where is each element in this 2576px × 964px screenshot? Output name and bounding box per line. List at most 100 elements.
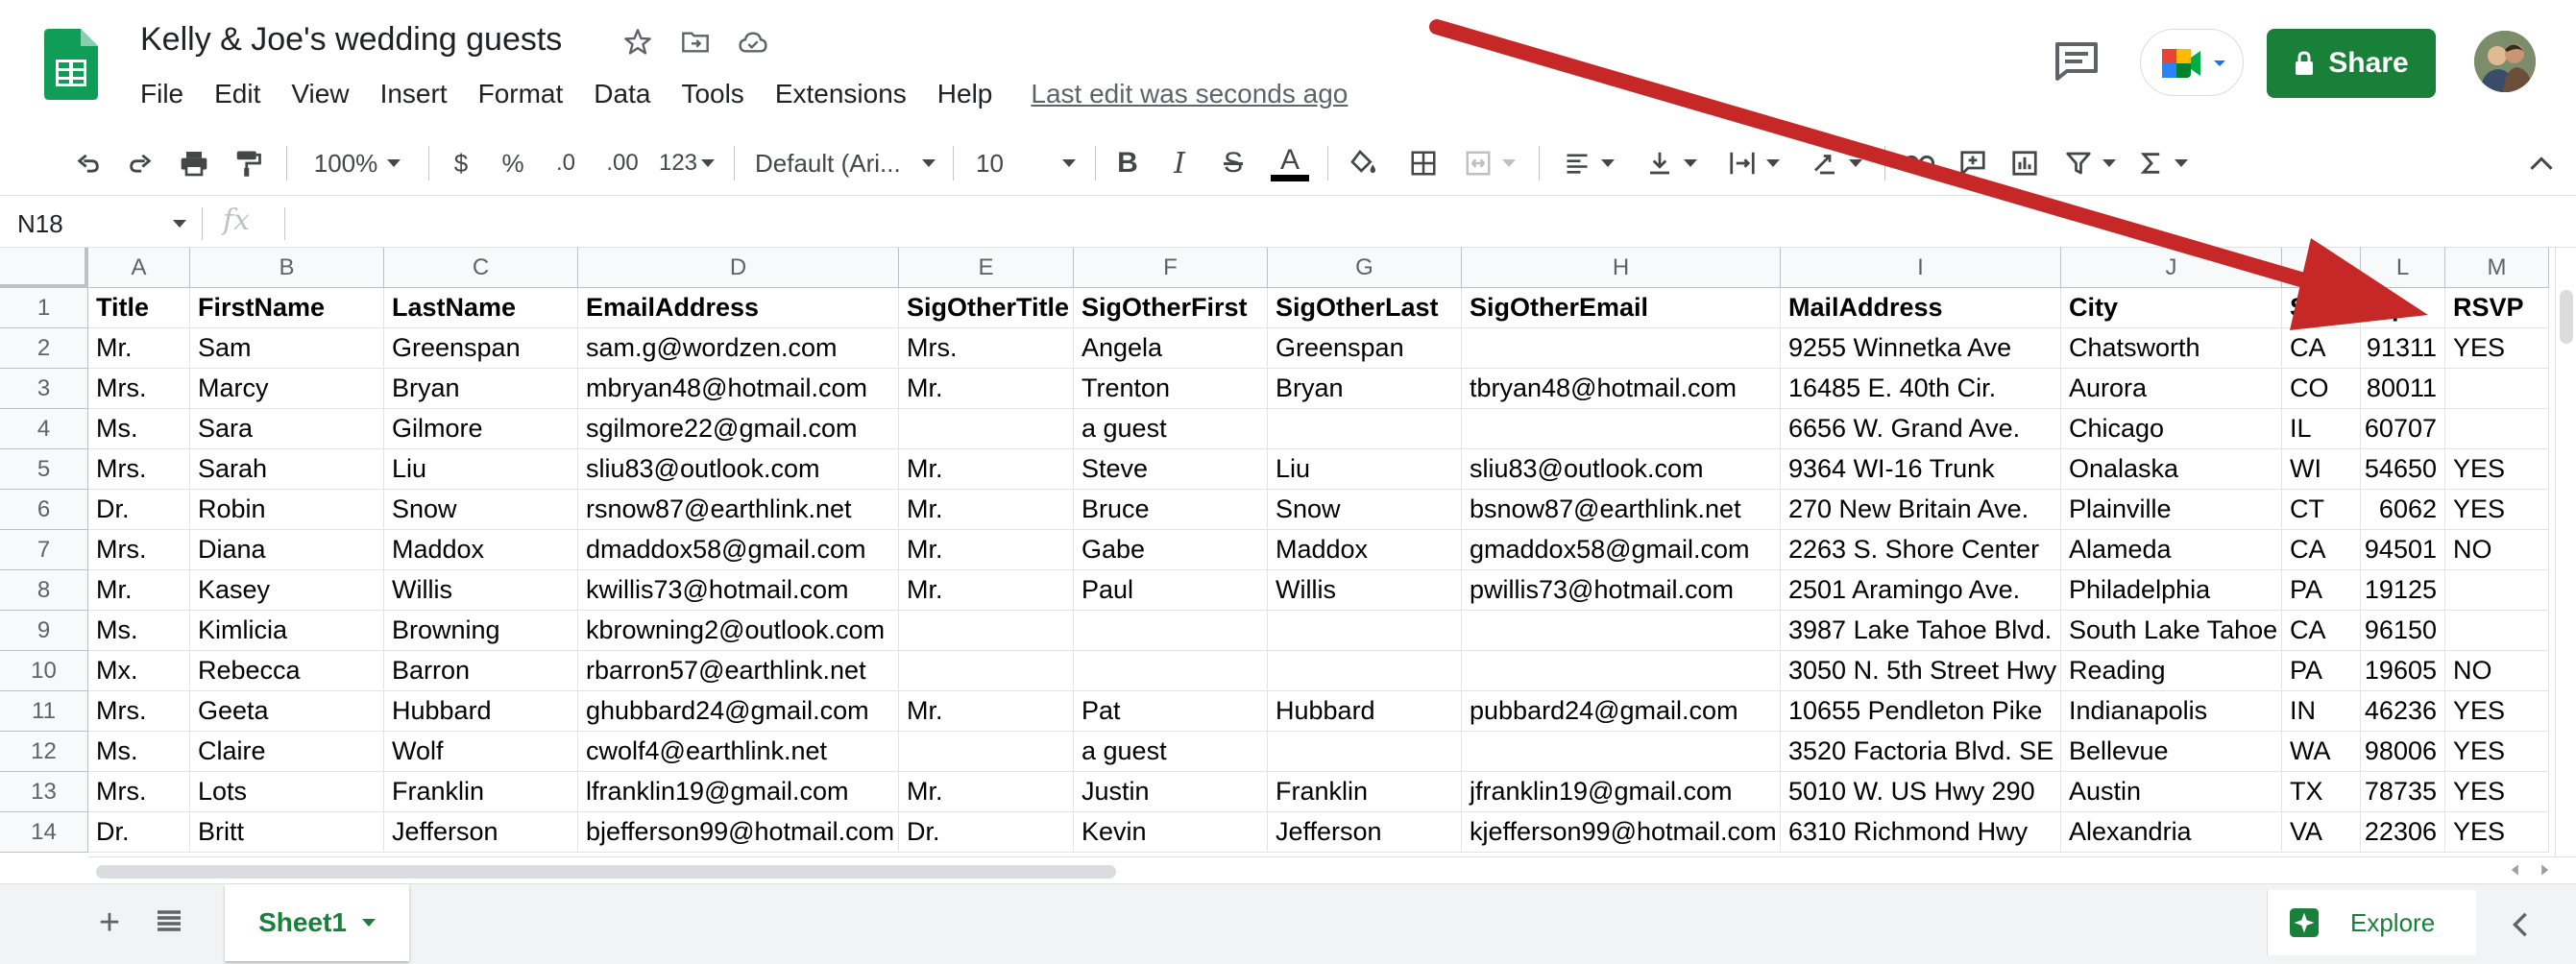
- table-cell[interactable]: Chatsworth: [2061, 328, 2282, 369]
- column-header-a[interactable]: A: [88, 248, 190, 288]
- column-title-cell[interactable]: Title: [88, 288, 190, 328]
- column-header-i[interactable]: I: [1781, 248, 2061, 288]
- table-cell[interactable]: Geeta: [190, 691, 384, 732]
- table-cell[interactable]: 2263 S. Shore Center: [1781, 530, 2061, 570]
- collapse-toolbar-icon[interactable]: [2520, 142, 2563, 184]
- table-cell[interactable]: [2445, 611, 2549, 651]
- table-cell[interactable]: Gilmore: [384, 409, 578, 449]
- table-cell[interactable]: 9364 WI-16 Trunk: [1781, 449, 2061, 490]
- table-cell[interactable]: Sarah: [190, 449, 384, 490]
- table-cell[interactable]: YES: [2445, 691, 2549, 732]
- table-cell[interactable]: sliu83@outlook.com: [1462, 449, 1781, 490]
- row-header[interactable]: 13: [0, 772, 88, 812]
- table-cell[interactable]: Liu: [1268, 449, 1462, 490]
- table-cell[interactable]: [2445, 570, 2549, 611]
- table-cell[interactable]: YES: [2445, 812, 2549, 853]
- table-cell[interactable]: pubbard24@gmail.com: [1462, 691, 1781, 732]
- functions-icon[interactable]: [2128, 142, 2198, 184]
- menu-help[interactable]: Help: [922, 79, 1009, 109]
- table-cell[interactable]: cwolf4@earthlink.net: [578, 732, 899, 772]
- table-cell[interactable]: NO: [2445, 530, 2549, 570]
- table-cell[interactable]: CA: [2282, 328, 2361, 369]
- text-wrapping-icon[interactable]: [1719, 142, 1788, 184]
- table-cell[interactable]: lfranklin19@gmail.com: [578, 772, 899, 812]
- table-cell[interactable]: 96150: [2361, 611, 2445, 651]
- table-cell[interactable]: Bryan: [384, 369, 578, 409]
- table-cell[interactable]: 94501: [2361, 530, 2445, 570]
- scroll-right-icon[interactable]: [2538, 863, 2557, 879]
- column-title-cell[interactable]: State: [2282, 288, 2361, 328]
- column-title-cell[interactable]: MailAddress: [1781, 288, 2061, 328]
- table-cell[interactable]: Chicago: [2061, 409, 2282, 449]
- table-cell[interactable]: pwillis73@hotmail.com: [1462, 570, 1781, 611]
- table-cell[interactable]: Gabe: [1074, 530, 1268, 570]
- table-cell[interactable]: WI: [2282, 449, 2361, 490]
- table-cell[interactable]: [1074, 651, 1268, 691]
- column-header-b[interactable]: B: [190, 248, 384, 288]
- table-cell[interactable]: ghubbard24@gmail.com: [578, 691, 899, 732]
- redo-icon[interactable]: [119, 142, 161, 184]
- table-cell[interactable]: Pat: [1074, 691, 1268, 732]
- table-cell[interactable]: 16485 E. 40th Cir.: [1781, 369, 2061, 409]
- table-cell[interactable]: South Lake Tahoe: [2061, 611, 2282, 651]
- table-cell[interactable]: Barron: [384, 651, 578, 691]
- all-sheets-icon[interactable]: [152, 904, 190, 942]
- table-cell[interactable]: Hubbard: [384, 691, 578, 732]
- bold-button[interactable]: B: [1108, 142, 1147, 184]
- vertical-scrollbar[interactable]: [2555, 248, 2576, 856]
- table-cell[interactable]: Dr.: [899, 812, 1074, 853]
- column-title-cell[interactable]: RSVP: [2445, 288, 2549, 328]
- table-cell[interactable]: CT: [2282, 490, 2361, 530]
- table-cell[interactable]: CO: [2282, 369, 2361, 409]
- table-cell[interactable]: 19125: [2361, 570, 2445, 611]
- row-header[interactable]: 12: [0, 732, 88, 772]
- table-cell[interactable]: Maddox: [384, 530, 578, 570]
- table-cell[interactable]: 98006: [2361, 732, 2445, 772]
- table-cell[interactable]: Franklin: [1268, 772, 1462, 812]
- table-cell[interactable]: bjefferson99@hotmail.com: [578, 812, 899, 853]
- table-cell[interactable]: sliu83@outlook.com: [578, 449, 899, 490]
- table-cell[interactable]: [1462, 611, 1781, 651]
- table-cell[interactable]: Jefferson: [1268, 812, 1462, 853]
- table-cell[interactable]: Bellevue: [2061, 732, 2282, 772]
- table-cell[interactable]: 6310 Richmond Hwy: [1781, 812, 2061, 853]
- add-sheet-icon[interactable]: +: [90, 900, 129, 946]
- table-cell[interactable]: sgilmore22@gmail.com: [578, 409, 899, 449]
- more-formats-button[interactable]: 123: [653, 142, 720, 184]
- table-cell[interactable]: CA: [2282, 530, 2361, 570]
- table-cell[interactable]: NO: [2445, 651, 2549, 691]
- table-cell[interactable]: Dr.: [88, 812, 190, 853]
- currency-format-button[interactable]: $: [442, 142, 480, 184]
- table-cell[interactable]: Sam: [190, 328, 384, 369]
- table-cell[interactable]: 6656 W. Grand Ave.: [1781, 409, 2061, 449]
- table-cell[interactable]: [899, 611, 1074, 651]
- table-cell[interactable]: Sara: [190, 409, 384, 449]
- select-all-corner[interactable]: [0, 248, 88, 288]
- table-cell[interactable]: 46236: [2361, 691, 2445, 732]
- table-cell[interactable]: bsnow87@earthlink.net: [1462, 490, 1781, 530]
- merge-cells-icon[interactable]: [1458, 142, 1521, 184]
- row-header[interactable]: 6: [0, 490, 88, 530]
- table-cell[interactable]: Mrs.: [88, 691, 190, 732]
- font-family-select[interactable]: Default (Ari...: [749, 142, 941, 184]
- column-header-m[interactable]: M: [2445, 248, 2549, 288]
- print-icon[interactable]: [173, 142, 215, 184]
- insert-comment-icon[interactable]: [1952, 142, 1994, 184]
- row-header[interactable]: 14: [0, 812, 88, 853]
- column-header-f[interactable]: F: [1074, 248, 1268, 288]
- chevron-left-icon[interactable]: [2501, 905, 2540, 944]
- table-cell[interactable]: Mx.: [88, 651, 190, 691]
- decrease-decimal-button[interactable]: .0: [542, 142, 590, 184]
- table-cell[interactable]: Mr.: [88, 328, 190, 369]
- vertical-scroll-thumb[interactable]: [2560, 290, 2573, 344]
- table-cell[interactable]: Marcy: [190, 369, 384, 409]
- table-cell[interactable]: 3520 Factoria Blvd. SE: [1781, 732, 2061, 772]
- table-cell[interactable]: 80011: [2361, 369, 2445, 409]
- table-cell[interactable]: PA: [2282, 570, 2361, 611]
- table-cell[interactable]: Lots: [190, 772, 384, 812]
- table-cell[interactable]: Ms.: [88, 409, 190, 449]
- table-cell[interactable]: Mrs.: [88, 449, 190, 490]
- table-cell[interactable]: [1462, 651, 1781, 691]
- table-cell[interactable]: Robin: [190, 490, 384, 530]
- insert-chart-icon[interactable]: [2004, 142, 2046, 184]
